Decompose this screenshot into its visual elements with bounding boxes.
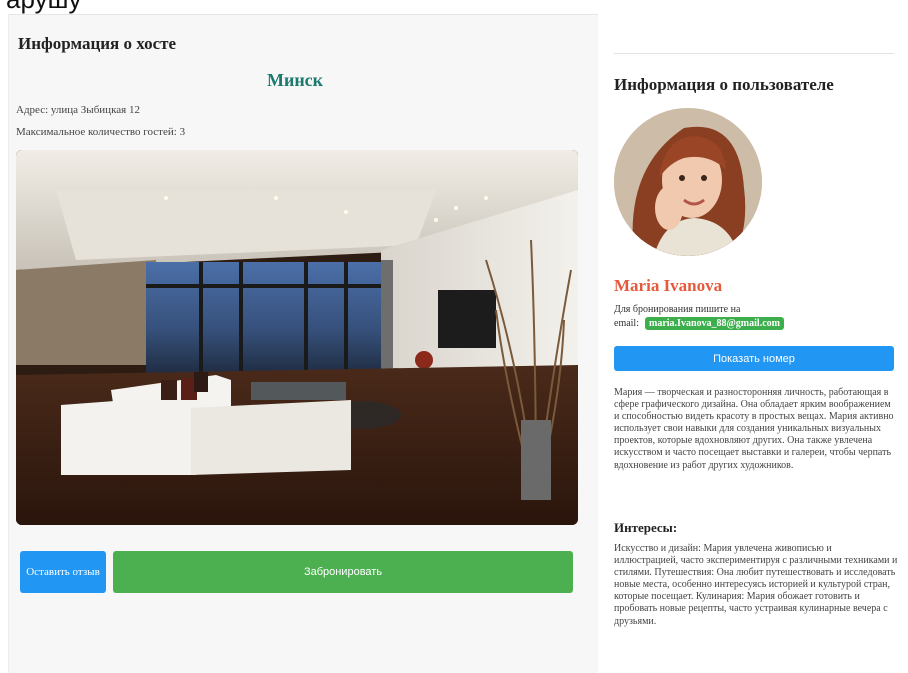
booking-note: Для бронирования пишите на — [614, 304, 741, 315]
living-room-photo — [16, 150, 578, 525]
show-phone-button[interactable]: Показать номер — [614, 346, 894, 371]
leave-review-button[interactable]: Оставить отзыв — [20, 551, 106, 593]
avatar — [614, 108, 762, 256]
panel-divider — [614, 53, 894, 54]
cut-heading-text: арушу — [6, 0, 82, 14]
interests-title: Интересы: — [614, 520, 678, 535]
interests-text: Искусство и дизайн: Мария увлечена живоп… — [614, 543, 898, 627]
max-guests-text: Максимальное количество гостей: 3 — [16, 126, 186, 138]
email-link[interactable]: maria.Ivanova_88@gmail.com — [645, 317, 784, 330]
email-line: email: maria.Ivanova_88@gmail.com — [614, 317, 784, 330]
host-section-title: Информация о хосте — [18, 34, 177, 53]
user-section-title: Информация о пользователе — [614, 75, 834, 94]
book-button[interactable]: Забронировать — [113, 551, 573, 593]
top-cut-strip: арушу — [0, 0, 908, 14]
address-text: Адрес: улица Зыбицкая 12 — [16, 104, 140, 116]
city-name: Минск — [266, 70, 324, 90]
email-label: email: — [614, 318, 639, 329]
user-bio: Мария — творческая и разносторонняя личн… — [614, 387, 894, 471]
user-name: Maria Ivanova — [614, 276, 723, 295]
